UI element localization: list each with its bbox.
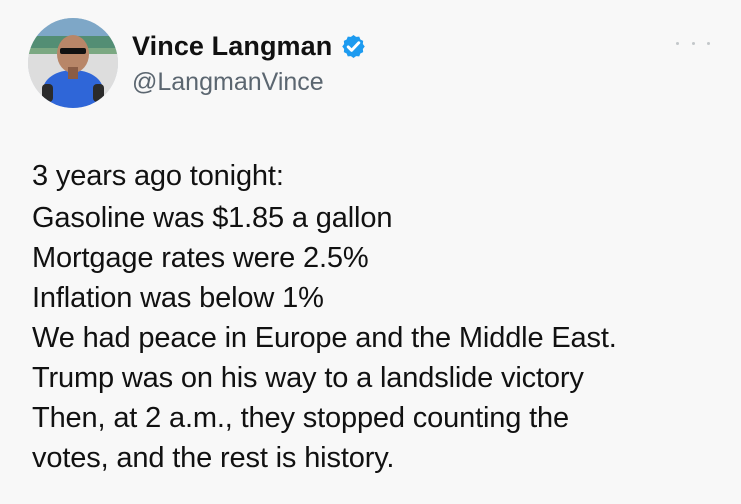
tweet-text-line: 3 years ago tonight: [32,160,284,192]
avatar-image [28,18,118,108]
more-options-icon [676,41,679,45]
author-name-row: Vince Langman [132,30,367,62]
tweet-text-line: Mortgage rates were 2.5% [32,242,369,274]
author-block: Vince Langman @LangmanVince [132,30,367,99]
tweet-text-line: votes, and the rest is history. [32,442,395,474]
tweet-text-line: Trump was on his way to a landslide vict… [32,362,584,394]
author-display-name[interactable]: Vince Langman [132,30,332,62]
tweet-text-line: We had peace in Europe and the Middle Ea… [32,322,617,354]
tweet-text: 3 years ago tonight: Gasoline was $1.85 … [32,156,722,478]
tweet-text-line: Inflation was below 1% [32,282,324,314]
tweet-text-line: Gasoline was $1.85 a gallon [32,202,393,234]
avatar[interactable] [28,18,118,108]
author-handle[interactable]: @LangmanVince [132,65,367,99]
tweet-text-line: Then, at 2 a.m., they stopped counting t… [32,402,569,434]
more-options-button[interactable] [676,36,710,50]
verified-badge-icon [342,34,366,58]
tweet-header: Vince Langman @LangmanVince [28,18,718,110]
tweet-card: Vince Langman @LangmanVince 3 years ago … [0,0,741,504]
more-options-icon [691,41,695,45]
more-options-icon [707,41,710,45]
